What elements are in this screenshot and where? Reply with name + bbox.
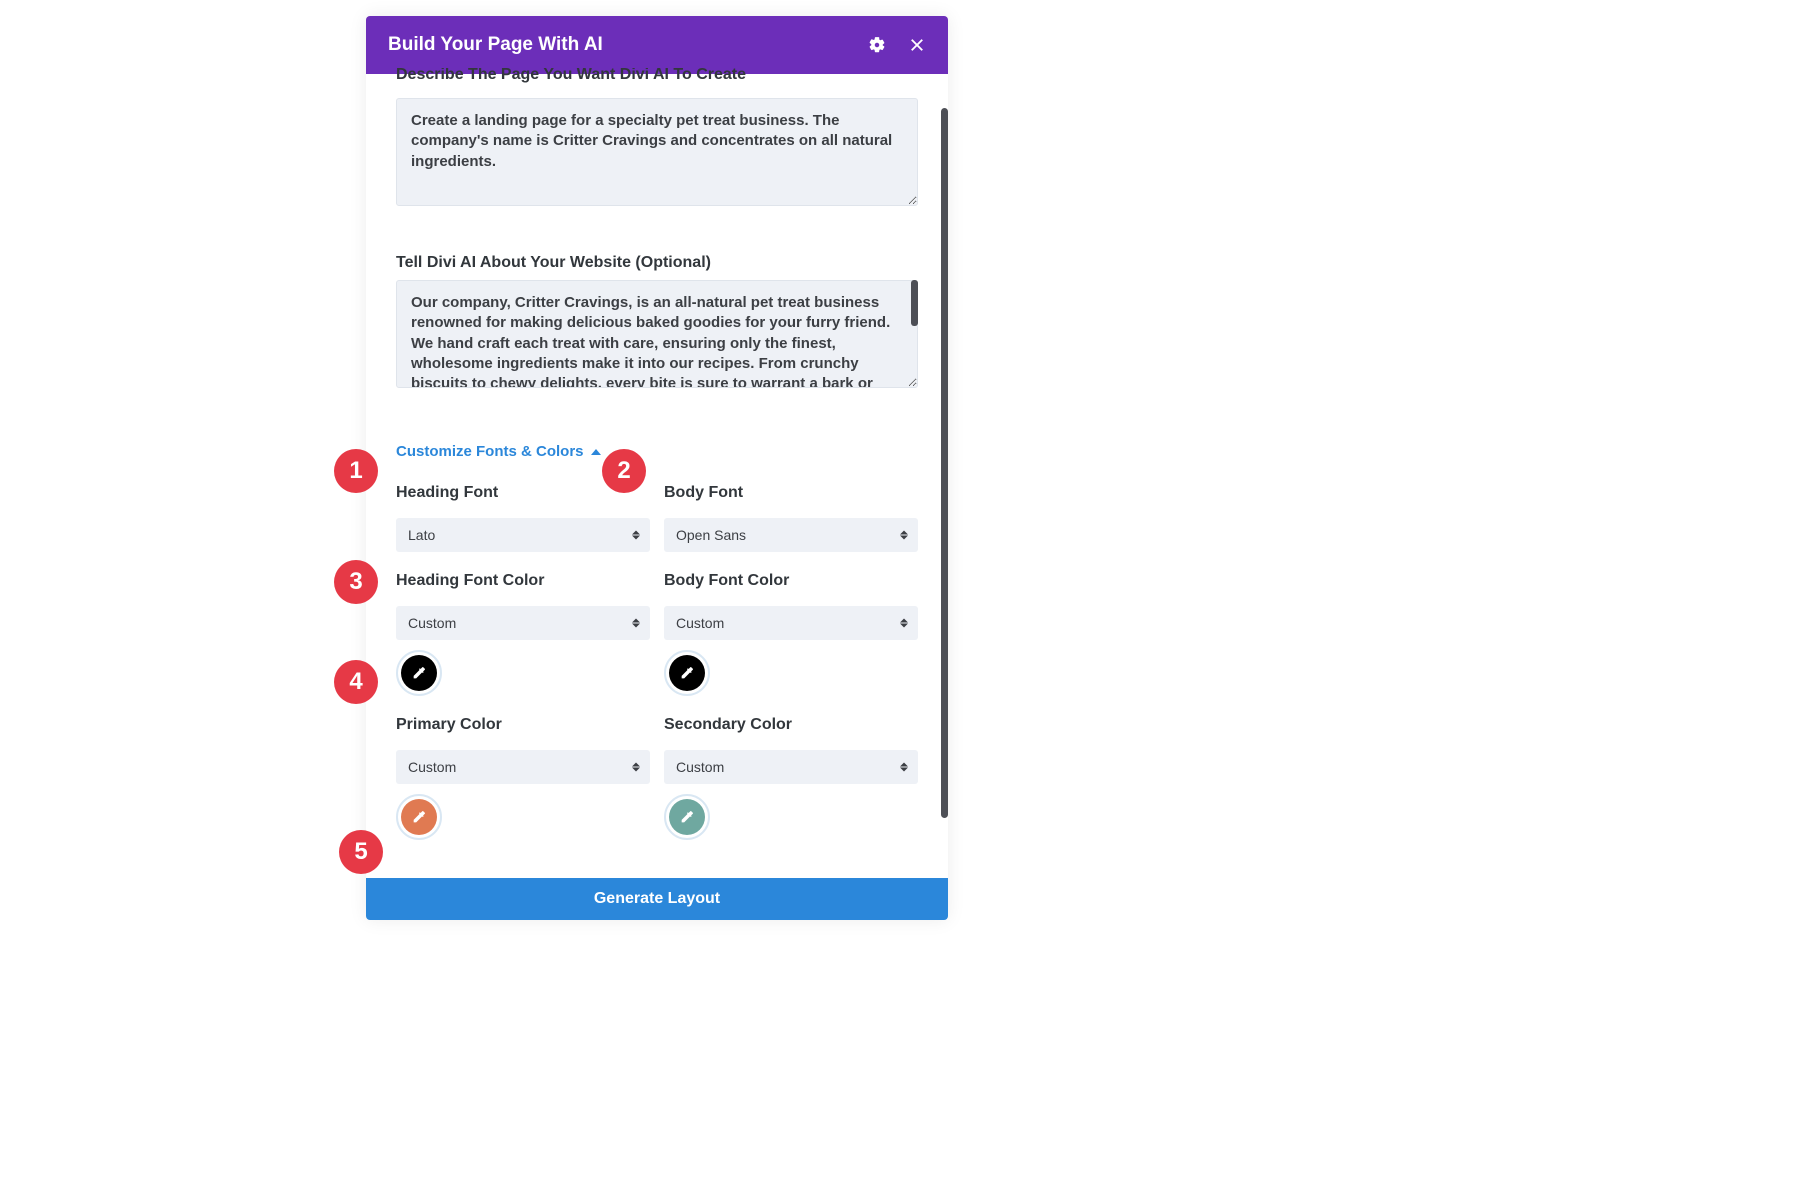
heading-font-color-block: Heading Font Color Custom xyxy=(396,572,650,716)
heading-font-value: Lato xyxy=(408,527,435,543)
select-arrows-icon xyxy=(632,763,640,772)
body-font-color-block: Body Font Color Custom xyxy=(664,572,918,716)
modal-body: Describe The Page You Want Divi AI To Cr… xyxy=(366,74,948,878)
primary-color-label: Primary Color xyxy=(396,716,650,734)
ai-builder-modal: Build Your Page With AI Describe The Pag… xyxy=(366,16,948,920)
heading-font-select[interactable]: Lato xyxy=(396,518,650,552)
heading-font-color-label: Heading Font Color xyxy=(396,572,650,590)
select-arrows-icon xyxy=(632,619,640,628)
describe-page-label: Describe The Page You Want Divi AI To Cr… xyxy=(396,68,918,84)
chevron-up-icon xyxy=(591,449,601,455)
body-font-select[interactable]: Open Sans xyxy=(664,518,918,552)
body-font-color-label: Body Font Color xyxy=(664,572,918,590)
body-font-color-value: Custom xyxy=(676,615,724,631)
eyedropper-icon xyxy=(411,809,427,825)
eyedropper-icon xyxy=(679,809,695,825)
fonts-colors-grid: Heading Font Lato Body Font Open Sans He… xyxy=(396,484,918,860)
heading-font-color-select[interactable]: Custom xyxy=(396,606,650,640)
heading-font-color-value: Custom xyxy=(408,615,456,631)
annotation-1: 1 xyxy=(334,449,378,493)
secondary-color-select[interactable]: Custom xyxy=(664,750,918,784)
select-arrows-icon xyxy=(900,619,908,628)
select-arrows-icon xyxy=(900,763,908,772)
select-arrows-icon xyxy=(900,531,908,540)
textarea-scrollbar-thumb[interactable] xyxy=(911,280,918,326)
primary-color-block: Primary Color Custom xyxy=(396,716,650,860)
body-font-block: Body Font Open Sans xyxy=(664,484,918,572)
primary-color-select[interactable]: Custom xyxy=(396,750,650,784)
describe-page-textarea[interactable] xyxy=(396,98,918,206)
close-icon[interactable] xyxy=(908,36,926,54)
customize-fonts-colors-toggle[interactable]: Customize Fonts & Colors xyxy=(396,443,918,460)
body-font-label: Body Font xyxy=(664,484,918,502)
eyedropper-icon xyxy=(411,665,427,681)
secondary-color-block: Secondary Color Custom xyxy=(664,716,918,860)
primary-color-value: Custom xyxy=(408,759,456,775)
select-arrows-icon xyxy=(632,531,640,540)
annotation-3: 3 xyxy=(334,560,378,604)
modal-scrollbar-thumb[interactable] xyxy=(941,108,948,818)
customize-fonts-colors-label: Customize Fonts & Colors xyxy=(396,443,584,460)
tell-ai-textarea[interactable] xyxy=(396,280,918,388)
primary-color-swatch[interactable] xyxy=(396,794,442,840)
secondary-color-swatch[interactable] xyxy=(664,794,710,840)
heading-font-color-swatch[interactable] xyxy=(396,650,442,696)
annotation-4: 4 xyxy=(334,660,378,704)
generate-layout-button[interactable]: Generate Layout xyxy=(366,878,948,920)
eyedropper-icon xyxy=(679,665,695,681)
tell-ai-label: Tell Divi AI About Your Website (Optiona… xyxy=(396,254,918,272)
secondary-color-value: Custom xyxy=(676,759,724,775)
modal-header: Build Your Page With AI xyxy=(366,16,948,74)
heading-font-block: Heading Font Lato xyxy=(396,484,650,572)
modal-scrollbar-track[interactable] xyxy=(941,86,948,818)
body-font-value: Open Sans xyxy=(676,527,746,543)
secondary-color-label: Secondary Color xyxy=(664,716,918,734)
annotation-2: 2 xyxy=(602,449,646,493)
modal-title: Build Your Page With AI xyxy=(388,34,846,56)
body-font-color-swatch[interactable] xyxy=(664,650,710,696)
body-font-color-select[interactable]: Custom xyxy=(664,606,918,640)
annotation-5: 5 xyxy=(339,830,383,874)
gear-icon[interactable] xyxy=(868,36,886,54)
